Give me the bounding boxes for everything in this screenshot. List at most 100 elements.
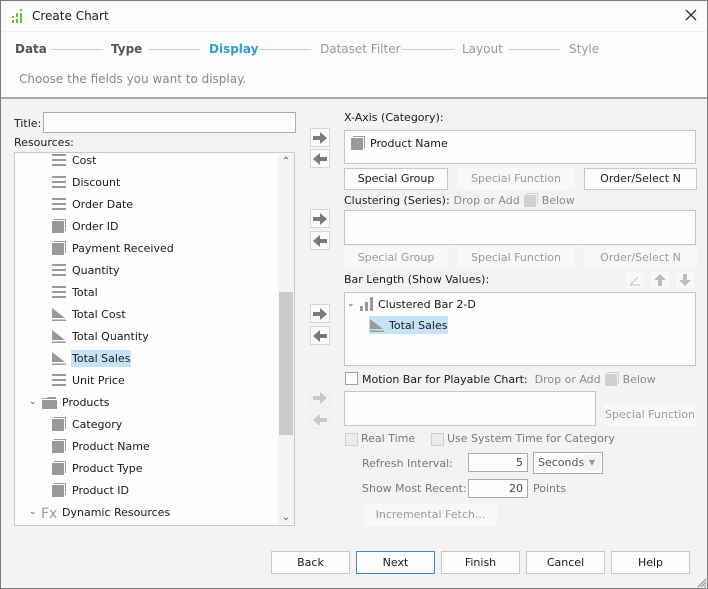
tree-item-label: Order Date [72,197,134,211]
field-icon [51,284,67,300]
arrow-left-icon [313,329,327,342]
dropdown-arrow-icon[interactable]: ▼ [584,455,600,471]
tree-scrollbar[interactable]: ⌃ ⌄ [278,154,294,524]
add-xaxis-button[interactable] [310,128,330,147]
bar-chart-icon [360,297,373,311]
chart-app-icon [12,9,22,23]
tree-item[interactable]: Unit Price [51,370,126,390]
bar-group-node[interactable]: ⌄ Clustered Bar 2-D [347,296,476,312]
refresh-unit-value: Seconds [538,456,585,469]
motion-hint: Drop or Add [534,372,601,386]
scroll-thumb[interactable] [279,292,293,435]
refresh-interval-input[interactable]: 5 [468,453,528,472]
tree-item[interactable]: Product Name [51,436,151,456]
xaxis-dropzone[interactable]: Product Name [344,130,696,164]
add-motion-button[interactable] [310,388,330,407]
remove-motion-button[interactable] [310,410,330,429]
tree-item[interactable]: Total Quantity [51,326,150,346]
cancel-button[interactable]: Cancel [526,551,605,574]
chevron-down-icon[interactable]: ⌄ [29,397,39,407]
system-time-checkbox[interactable] [431,433,444,446]
remove-bar-length-button[interactable] [310,326,330,345]
scroll-up-icon[interactable]: ⌃ [278,154,294,170]
clustering-dropzone[interactable] [344,210,696,245]
resize-grip-icon[interactable] [695,576,707,588]
clustering-special-function-button[interactable]: Special Function [457,247,575,269]
motion-bar-checkbox[interactable] [345,372,358,385]
title-input[interactable] [43,112,296,133]
arrow-left-icon [313,152,327,165]
tree-item[interactable]: Order Date [51,194,134,214]
xaxis-special-function-button[interactable]: Special Function [457,168,575,190]
resources-tree[interactable]: Cost Discount Order Date Order ID Payment Re… [14,152,295,526]
field-icon [51,372,67,388]
bar-value-item[interactable]: Total Sales [369,316,449,334]
points-label: Points [533,482,567,495]
field-icon [51,262,67,278]
tree-item[interactable]: Total [51,282,99,302]
tree-item[interactable]: Category [51,414,123,434]
refresh-unit-select[interactable]: Seconds ▼ [533,452,603,474]
step-layout[interactable]: Layout [462,42,503,56]
arrow-right-icon [313,391,327,404]
step-type[interactable]: Type [111,42,142,56]
title-bar: Create Chart [1,1,707,32]
tree-item[interactable]: Cost [51,153,97,170]
edit-button[interactable] [626,272,644,288]
step-data[interactable]: Data [15,42,47,56]
resources-label: Resources: [14,136,74,149]
tree-item[interactable]: ⌄ Fx Dynamic Resources [29,502,171,523]
remove-xaxis-button[interactable] [310,149,330,168]
back-button[interactable]: Back [271,551,350,574]
incremental-fetch-button[interactable]: Incremental Fetch... [364,504,497,526]
tree-item[interactable]: Discount [51,172,121,192]
chevron-down-icon[interactable]: ⌄ [29,507,39,517]
step-dataset-filter[interactable]: Dataset Filter [320,42,401,56]
xaxis-item[interactable]: Product Name [350,135,448,151]
title-label: Title: [14,117,42,130]
next-button[interactable]: Next [356,551,435,574]
tree-item[interactable]: Order ID [51,216,119,236]
clustering-special-group-button[interactable]: Special Group [344,247,448,269]
close-button[interactable] [681,6,701,26]
arrow-up-icon [654,274,666,286]
field-icon [51,153,67,168]
tree-item-label: Discount [72,175,121,189]
xaxis-order-select-button[interactable]: Order/Select N [584,168,697,190]
add-clustering-button[interactable] [310,209,330,228]
help-button[interactable]: Help [611,551,690,574]
tree-item-label: Products [62,395,110,409]
tree-item[interactable]: Product ID [51,480,130,500]
real-time-checkbox[interactable] [345,433,358,446]
chevron-down-icon[interactable]: ⌄ [347,299,357,309]
clustering-hint: Drop or Add [453,193,520,207]
tree-item[interactable]: Total Cost [51,304,127,324]
back-label: Back [297,556,324,569]
pencil-icon [629,276,640,286]
bar-group-label: Clustered Bar 2-D [378,297,476,311]
tree-item[interactable]: ⌄ Products [29,392,111,412]
show-recent-input[interactable]: 20 [468,479,528,498]
scroll-down-icon[interactable]: ⌄ [278,510,294,525]
step-style[interactable]: Style [569,42,599,56]
svg-text:Fx: Fx [41,506,57,520]
move-up-button[interactable] [651,272,669,288]
bar-length-dropzone[interactable]: ⌄ Clustered Bar 2-D Total Sales [344,292,696,366]
tree-item-label: Unit Price [72,373,125,387]
tree-item-label: Product Type [72,461,143,475]
tree-item[interactable]: Total Sales [51,348,132,368]
motion-dropzone[interactable] [344,391,596,426]
tree-item[interactable]: Quantity [51,260,121,280]
window-title: Create Chart [32,9,109,23]
system-time-label: Use System Time for Category [447,432,615,445]
step-display[interactable]: Display [209,42,258,56]
add-bar-length-button[interactable] [310,304,330,323]
remove-clustering-button[interactable] [310,231,330,250]
clustering-order-select-button[interactable]: Order/Select N [584,247,697,269]
tree-item[interactable]: Payment Received [51,238,175,258]
move-down-button[interactable] [676,272,694,288]
finish-button[interactable]: Finish [441,551,520,574]
tree-item[interactable]: Product Type [51,458,144,478]
motion-special-function-button[interactable]: Special Function [604,404,696,426]
xaxis-special-group-button[interactable]: Special Group [344,168,448,190]
